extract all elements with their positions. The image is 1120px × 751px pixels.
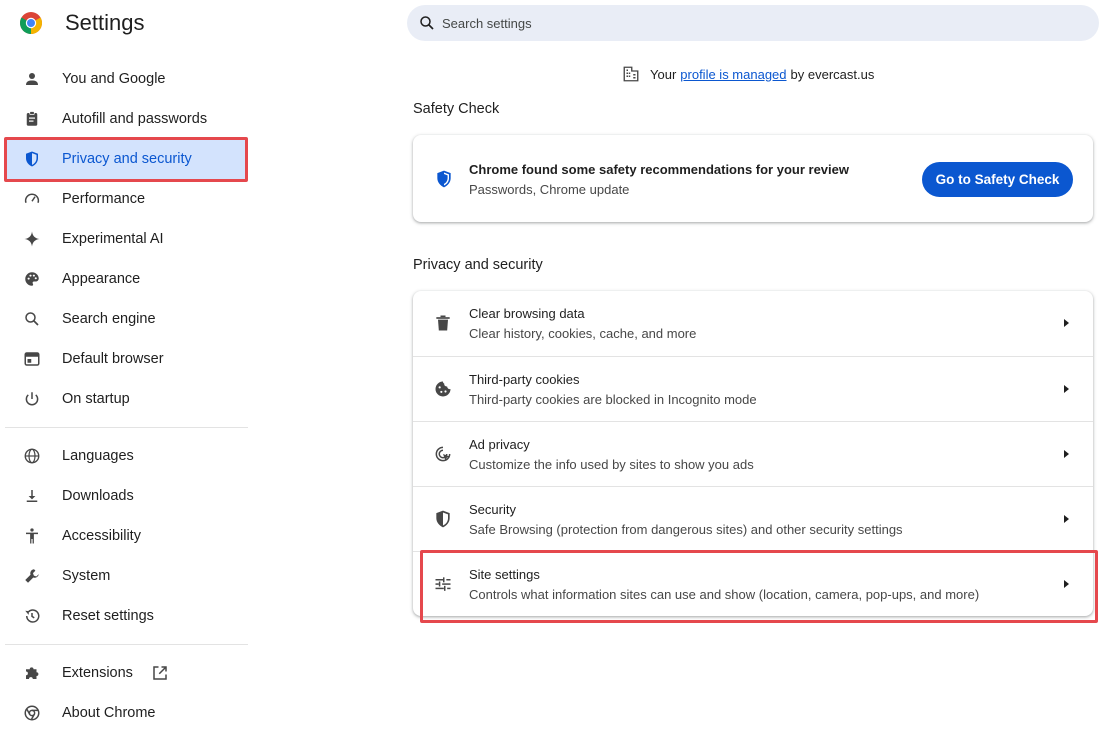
safety-check-subtitle: Passwords, Chrome update (469, 182, 630, 197)
row-third-party-cookies[interactable]: Third-party cookies Third-party cookies … (413, 356, 1093, 421)
shield-icon (22, 149, 42, 169)
clipboard-icon (22, 109, 42, 129)
sidebar-item-label: System (62, 568, 111, 584)
safety-check-title: Safety Check (413, 101, 500, 117)
search-bar[interactable] (407, 5, 1099, 41)
sidebar-item-reset-settings[interactable]: Reset settings (0, 596, 248, 636)
sidebar-item-label: About Chrome (62, 705, 156, 721)
wrench-icon (22, 566, 42, 586)
sidebar-item-system[interactable]: System (0, 556, 248, 596)
arrow-right-icon (1061, 384, 1071, 394)
sidebar-item-search-engine[interactable]: Search engine (0, 299, 248, 339)
arrow-right-icon (1061, 514, 1071, 524)
row-clear-browsing-data[interactable]: Clear browsing data Clear history, cooki… (413, 291, 1093, 356)
managed-notice: Your profile is managed by evercast.us (622, 64, 874, 84)
profile-managed-link[interactable]: profile is managed (680, 67, 786, 82)
sidebar-item-privacy-and-security[interactable]: Privacy and security (5, 139, 247, 179)
sidebar-item-downloads[interactable]: Downloads (0, 476, 248, 516)
sidebar-item-languages[interactable]: Languages (0, 436, 248, 476)
open-in-new-icon (151, 664, 169, 682)
arrow-right-icon (1061, 579, 1071, 589)
chrome-icon (22, 703, 42, 723)
sidebar-item-label: Search engine (62, 311, 156, 327)
row-subtitle: Controls what information sites can use … (469, 587, 980, 602)
sidebar-item-label: Downloads (62, 488, 134, 504)
row-subtitle: Safe Browsing (protection from dangerous… (469, 522, 903, 537)
palette-icon (22, 269, 42, 289)
tune-sliders-icon (433, 574, 453, 594)
sidebar-divider (5, 427, 248, 428)
managed-suffix: by evercast.us (790, 66, 875, 82)
sidebar-item-accessibility[interactable]: Accessibility (0, 516, 248, 556)
sidebar-item-about-chrome[interactable]: About Chrome (0, 693, 248, 733)
chrome-logo-icon (19, 11, 43, 35)
sidebar-item-label: Extensions (62, 665, 133, 681)
sidebar-item-label: Appearance (62, 271, 141, 287)
sidebar-item-you-and-google[interactable]: You and Google (0, 59, 248, 99)
search-input[interactable] (442, 15, 1042, 31)
row-ad-privacy[interactable]: Ad privacy Customize the info used by si… (413, 421, 1093, 486)
row-title: Third-party cookies (469, 372, 580, 387)
sidebar-divider (5, 644, 248, 645)
app-title: Settings (65, 10, 145, 35)
sidebar-item-default-browser[interactable]: Default browser (0, 339, 248, 379)
arrow-right-icon (1061, 449, 1071, 459)
row-subtitle: Customize the info used by sites to show… (469, 457, 754, 472)
sidebar-item-extensions[interactable]: Extensions (0, 653, 248, 693)
sidebar-item-autofill[interactable]: Autofill and passwords (0, 99, 248, 139)
search-icon (418, 14, 436, 32)
sidebar-item-label: On startup (62, 391, 130, 407)
sidebar-item-label: You and Google (62, 71, 166, 87)
row-site-settings[interactable]: Site settings Controls what information … (413, 551, 1093, 616)
row-title: Ad privacy (469, 437, 530, 452)
ad-privacy-icon (433, 444, 453, 464)
sidebar-item-label: Autofill and passwords (62, 111, 208, 127)
search-icon (22, 309, 42, 329)
sidebar-item-label: Languages (62, 448, 134, 464)
sidebar-item-performance[interactable]: Performance (0, 179, 248, 219)
sidebar-item-on-startup[interactable]: On startup (0, 379, 248, 419)
puzzle-icon (22, 663, 42, 683)
accessibility-icon (22, 526, 42, 546)
sidebar-item-label: Experimental AI (62, 231, 164, 247)
browser-window-icon (22, 349, 42, 369)
row-subtitle: Clear history, cookies, cache, and more (469, 326, 697, 341)
go-to-safety-check-button[interactable]: Go to Safety Check (922, 162, 1073, 197)
security-shield-icon (433, 509, 453, 529)
safety-shield-icon (434, 169, 454, 189)
sidebar-item-label: Reset settings (62, 608, 154, 624)
sidebar-item-label: Accessibility (62, 528, 141, 544)
speedometer-icon (22, 189, 42, 209)
history-icon (22, 606, 42, 626)
person-icon (22, 69, 42, 89)
download-icon (22, 486, 42, 506)
row-security[interactable]: Security Safe Browsing (protection from … (413, 486, 1093, 551)
managed-prefix: Your (650, 66, 677, 82)
row-title: Clear browsing data (469, 306, 585, 321)
sidebar-item-experimental-ai[interactable]: Experimental AI (0, 219, 248, 259)
privacy-card: Clear browsing data Clear history, cooki… (413, 291, 1093, 616)
power-icon (22, 389, 42, 409)
row-title: Site settings (469, 567, 540, 582)
sidebar-item-appearance[interactable]: Appearance (0, 259, 248, 299)
trash-icon (433, 313, 453, 333)
sparkle-icon (22, 229, 42, 249)
safety-check-card: Chrome found some safety recommendations… (413, 135, 1093, 222)
row-title: Security (469, 502, 516, 517)
building-icon (622, 65, 640, 83)
sidebar-item-label: Performance (62, 191, 146, 207)
row-subtitle: Third-party cookies are blocked in Incog… (469, 392, 757, 407)
arrow-right-icon (1061, 318, 1071, 328)
cookie-icon (433, 379, 453, 399)
safety-check-message: Chrome found some safety recommendations… (469, 162, 849, 177)
sidebar-item-label: Default browser (62, 351, 164, 367)
globe-icon (22, 446, 42, 466)
privacy-section-title: Privacy and security (413, 257, 543, 273)
sidebar-item-label: Privacy and security (62, 151, 192, 167)
